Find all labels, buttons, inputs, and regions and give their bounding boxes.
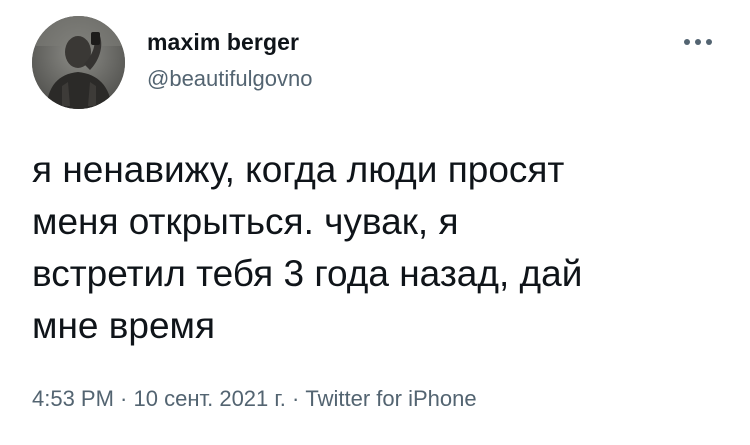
tweet-time[interactable]: 4:53 PM <box>32 386 114 411</box>
user-avatar-icon <box>32 16 125 109</box>
tweet-date[interactable]: 10 сент. 2021 г. <box>134 386 286 411</box>
tweet-text: я ненавижу, когда люди просят меня откры… <box>32 144 732 352</box>
tweet-text-line: меня открыться. чувак, я <box>32 201 459 242</box>
tweet-card: maxim berger @beautifulgovno я ненавижу,… <box>0 0 750 445</box>
tweet-text-line: я ненавижу, когда люди просят <box>32 149 565 190</box>
tweet-text-line: встретил тебя 3 года назад, дай <box>32 253 583 294</box>
tweet-metadata: 4:53 PM · 10 сент. 2021 г. · Twitter for… <box>32 384 477 414</box>
tweet-text-line: мне время <box>32 305 216 346</box>
avatar[interactable] <box>32 16 125 109</box>
display-name[interactable]: maxim berger <box>147 28 312 56</box>
user-info: maxim berger @beautifulgovno <box>147 28 312 93</box>
meta-separator: · <box>285 386 306 411</box>
more-options-button[interactable] <box>677 30 719 54</box>
tweet-source[interactable]: Twitter for iPhone <box>305 386 476 411</box>
more-horizontal-icon <box>684 39 712 45</box>
user-handle[interactable]: @beautifulgovno <box>147 65 312 93</box>
meta-separator: · <box>113 386 134 411</box>
